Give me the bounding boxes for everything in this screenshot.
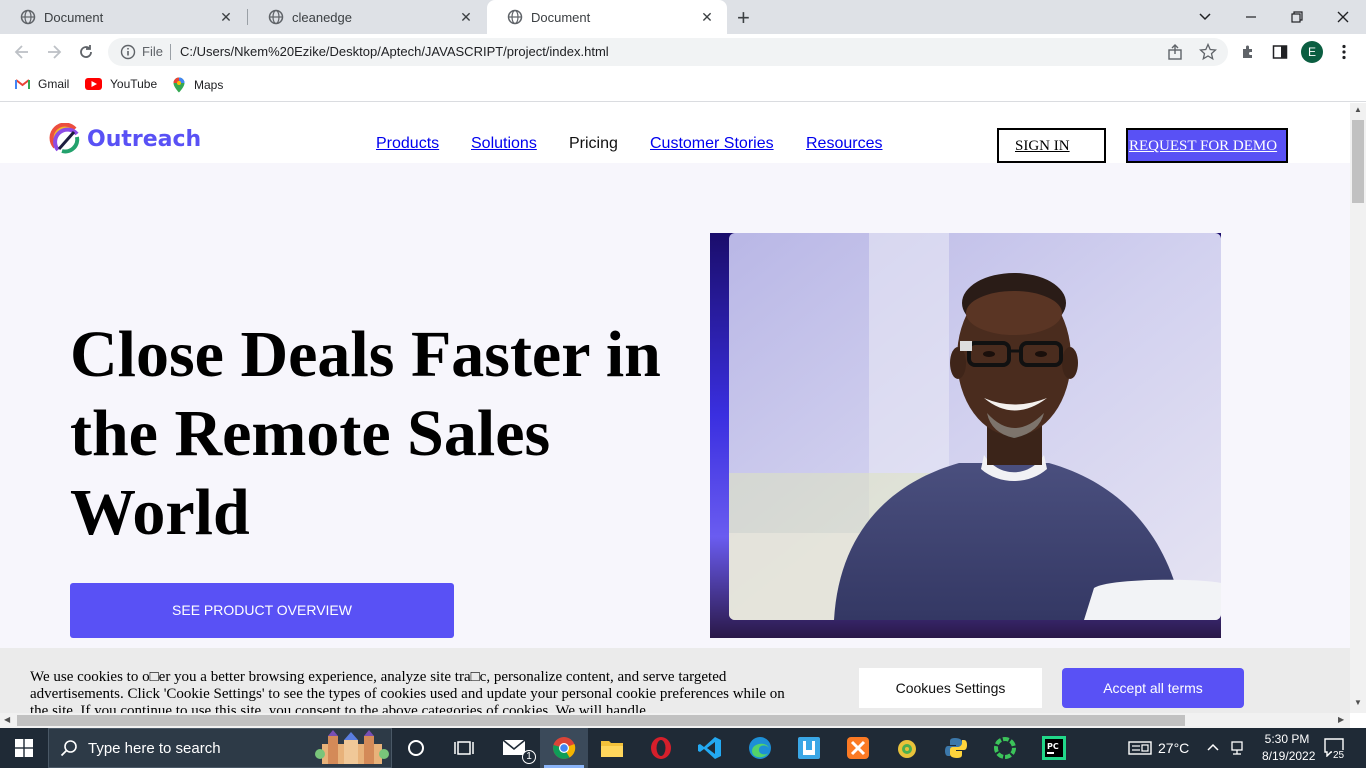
edge-icon[interactable]	[746, 734, 774, 762]
product-overview-button[interactable]: SEE PRODUCT OVERVIEW	[70, 583, 454, 638]
reload-icon	[80, 45, 92, 58]
youtube-icon	[85, 78, 102, 90]
cortana-icon[interactable]	[402, 734, 430, 762]
bookmark-maps[interactable]: Maps	[172, 77, 223, 93]
url-text[interactable]: C:/Users/Nkem%20Ezike/Desktop/Aptech/JAV…	[180, 44, 609, 59]
accept-all-button[interactable]: Accept all terms	[1062, 668, 1244, 708]
bookmark-gmail[interactable]: Gmail	[15, 77, 69, 91]
vscode-icon[interactable]	[696, 734, 724, 762]
scheme-label: File	[142, 44, 163, 59]
reload-button[interactable]	[72, 38, 100, 66]
arrow-left-icon	[14, 45, 28, 59]
profile-avatar[interactable]: E	[1301, 41, 1323, 63]
python-icon[interactable]	[942, 734, 970, 762]
omnibox-separator	[170, 44, 171, 60]
kebab-menu-icon[interactable]	[1334, 42, 1354, 62]
cookie-settings-button[interactable]: Cookues Settings	[859, 668, 1042, 708]
share-icon[interactable]	[1166, 43, 1184, 61]
network-icon[interactable]	[1230, 740, 1244, 756]
tab-document-active[interactable]: Document ✕	[487, 0, 727, 34]
request-demo-button[interactable]: REQUEST FOR DEMO	[1126, 128, 1288, 163]
bookmark-label: YouTube	[110, 77, 158, 91]
globe-icon	[268, 9, 284, 25]
search-highlight-castle-icon[interactable]	[314, 730, 390, 766]
side-panel-icon[interactable]	[1270, 42, 1290, 62]
site-header: Outreach Products Solutions Pricing Cust…	[0, 103, 1350, 163]
snail-app-icon[interactable]	[893, 734, 921, 762]
gmail-icon	[15, 79, 30, 89]
cookie-message: We use cookies to o□er you a better brow…	[30, 669, 785, 713]
tab-cleanedge[interactable]: cleanedge ✕	[248, 0, 486, 34]
brand-logo[interactable]: Outreach	[49, 123, 201, 155]
close-icon[interactable]: ✕	[458, 9, 474, 25]
xampp-icon[interactable]	[844, 734, 872, 762]
bookmarks-bar: Gmail YouTube Maps	[0, 70, 1366, 102]
bookmark-youtube[interactable]: YouTube	[85, 77, 157, 91]
clock-time: 5:30 PM	[1264, 732, 1310, 746]
forward-button[interactable]	[40, 38, 68, 66]
scroll-up-arrow-icon[interactable]: ▲	[1354, 105, 1362, 114]
opera-icon[interactable]	[647, 734, 675, 762]
star-icon[interactable]	[1199, 43, 1217, 61]
horizontal-scroll-thumb[interactable]	[17, 715, 1185, 726]
weather-icon[interactable]	[1126, 734, 1154, 762]
nav-pricing[interactable]: Pricing	[569, 135, 618, 153]
scroll-right-arrow-icon[interactable]: ▶	[1338, 715, 1344, 724]
tab-strip: Document ✕ cleanedge ✕ Document ✕ +	[0, 0, 1366, 34]
info-icon[interactable]	[120, 44, 136, 60]
nav-products[interactable]: Products	[376, 135, 439, 153]
file-explorer-icon[interactable]	[598, 734, 626, 762]
back-button[interactable]	[8, 38, 36, 66]
browser-toolbar: File C:/Users/Nkem%20Ezike/Desktop/Aptec…	[0, 34, 1366, 70]
tab-title: Document	[531, 9, 591, 25]
cookie-banner: We use cookies to o□er you a better brow…	[0, 648, 1350, 713]
app-tile-icon[interactable]	[795, 734, 823, 762]
tab-title: Document	[44, 9, 104, 25]
clock-date: 8/19/2022	[1262, 749, 1316, 763]
close-icon[interactable]: ✕	[218, 9, 234, 25]
windows-logo-icon	[15, 739, 33, 757]
restore-button[interactable]	[1274, 0, 1320, 34]
minimize-button[interactable]	[1228, 0, 1274, 34]
new-tab-button[interactable]: +	[737, 5, 750, 31]
notification-count: 25	[1332, 750, 1346, 761]
vertical-scroll-thumb[interactable]	[1352, 120, 1364, 203]
mail-badge: 1	[522, 750, 536, 764]
search-icon	[60, 740, 77, 757]
chevron-up-icon[interactable]	[1206, 742, 1220, 752]
globe-icon	[507, 9, 523, 25]
close-window-button[interactable]	[1320, 0, 1366, 34]
ring-app-icon[interactable]	[991, 734, 1019, 762]
page-viewport: Outreach Products Solutions Pricing Cust…	[0, 103, 1350, 713]
chrome-icon[interactable]	[550, 734, 578, 762]
globe-icon	[20, 9, 36, 25]
scroll-left-arrow-icon[interactable]: ◀	[4, 715, 10, 724]
tab-search-chevron-icon[interactable]	[1182, 0, 1228, 34]
hero-headline: Close Deals Faster in the Remote Sales W…	[70, 318, 661, 549]
temperature-readout[interactable]: 27°C	[1158, 740, 1189, 756]
nav-customer-stories[interactable]: Customer Stories	[650, 135, 774, 153]
start-button[interactable]	[0, 728, 48, 768]
scroll-down-arrow-icon[interactable]: ▼	[1354, 698, 1362, 707]
bookmark-label: Gmail	[38, 77, 70, 91]
nav-solutions[interactable]: Solutions	[471, 135, 537, 153]
hero-photo	[729, 233, 1221, 620]
task-view-icon[interactable]	[450, 734, 478, 762]
search-placeholder[interactable]: Type here to search	[88, 740, 221, 757]
system-clock[interactable]: 5:30 PM 8/19/2022	[1262, 731, 1316, 765]
outreach-logo-icon	[49, 123, 80, 154]
sign-in-button[interactable]: SIGN IN	[997, 128, 1106, 163]
svg-text:PC: PC	[1047, 742, 1059, 751]
address-bar[interactable]: File C:/Users/Nkem%20Ezike/Desktop/Aptec…	[108, 38, 1228, 66]
extensions-icon[interactable]	[1238, 42, 1258, 62]
tab-document-1[interactable]: Document ✕	[0, 0, 246, 34]
arrow-right-icon	[48, 45, 62, 59]
brand-name: Outreach	[87, 126, 202, 152]
close-icon[interactable]: ✕	[699, 9, 715, 25]
bookmark-label: Maps	[194, 78, 224, 92]
nav-resources[interactable]: Resources	[806, 135, 882, 153]
pycharm-icon[interactable]: PC	[1040, 734, 1068, 762]
maps-icon	[173, 77, 185, 93]
tab-title: cleanedge	[292, 9, 352, 25]
